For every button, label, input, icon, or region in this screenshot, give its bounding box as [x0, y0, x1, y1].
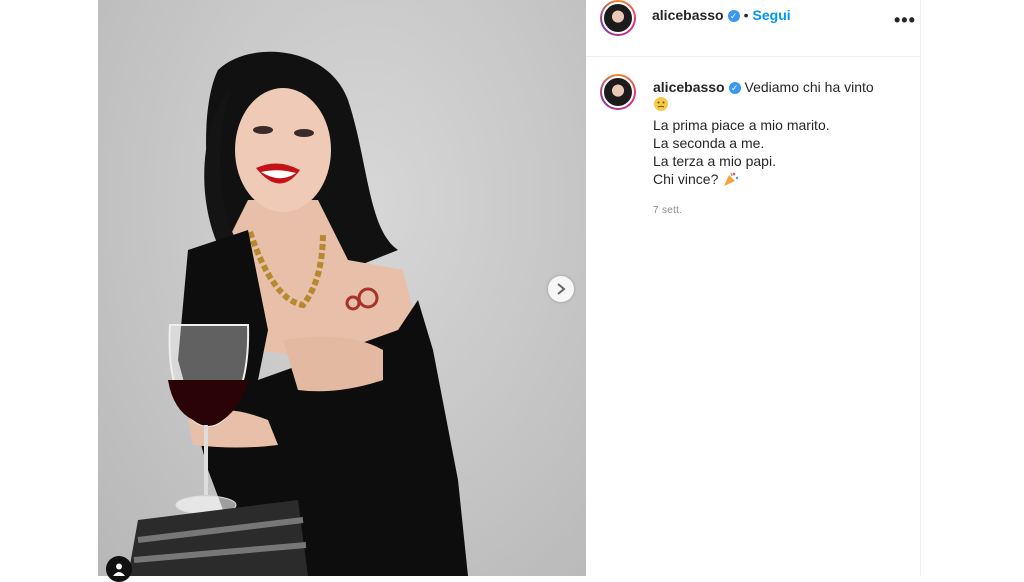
avatar-image: [602, 76, 634, 108]
caption-first-line: alicebasso ✓ Vediamo chi ha vinto: [653, 78, 908, 96]
verified-badge-icon: ✓: [727, 9, 740, 22]
caption: alicebasso ✓ Vediamo chi ha vinto La prim…: [653, 78, 908, 216]
follow-button[interactable]: Segui: [753, 7, 791, 23]
caption-line: Chi vince?: [653, 171, 719, 188]
header-username[interactable]: alicebasso: [652, 7, 724, 23]
post-side-panel: alicebasso ✓ • Segui ••• alicebasso ✓ Vediam…: [586, 0, 921, 576]
next-photo-button[interactable]: [548, 276, 574, 302]
more-options-icon[interactable]: •••: [894, 10, 916, 31]
caption-username[interactable]: alicebasso: [653, 79, 725, 95]
party-popper-emoji: [722, 171, 740, 191]
separator-dot: •: [743, 7, 749, 23]
caption-avatar[interactable]: [600, 74, 636, 110]
caption-text: Vediamo chi ha vinto: [744, 79, 874, 95]
caption-line: La terza a mio papi.: [653, 153, 776, 170]
thinking-face-emoji: [653, 96, 669, 116]
photo-illustration: [128, 51, 468, 576]
post-timestamp[interactable]: 7 sett.: [653, 205, 908, 216]
chevron-right-icon: [557, 283, 566, 295]
tagged-users-button[interactable]: [106, 556, 132, 582]
avatar-image: [602, 2, 634, 34]
header-avatar[interactable]: [600, 0, 636, 36]
caption-line: La seconda a me.: [653, 135, 765, 152]
caption-emoji-line: [653, 96, 908, 116]
post-header: alicebasso ✓ • Segui •••: [586, 0, 920, 57]
verified-badge-icon: ✓: [728, 82, 741, 95]
post-photo[interactable]: [98, 0, 586, 576]
header-user-row: alicebasso ✓ • Segui: [652, 7, 791, 25]
caption-last-line: Chi vince?: [653, 170, 908, 190]
user-icon: [113, 563, 125, 576]
caption-line: La prima piace a mio marito.: [653, 117, 830, 134]
